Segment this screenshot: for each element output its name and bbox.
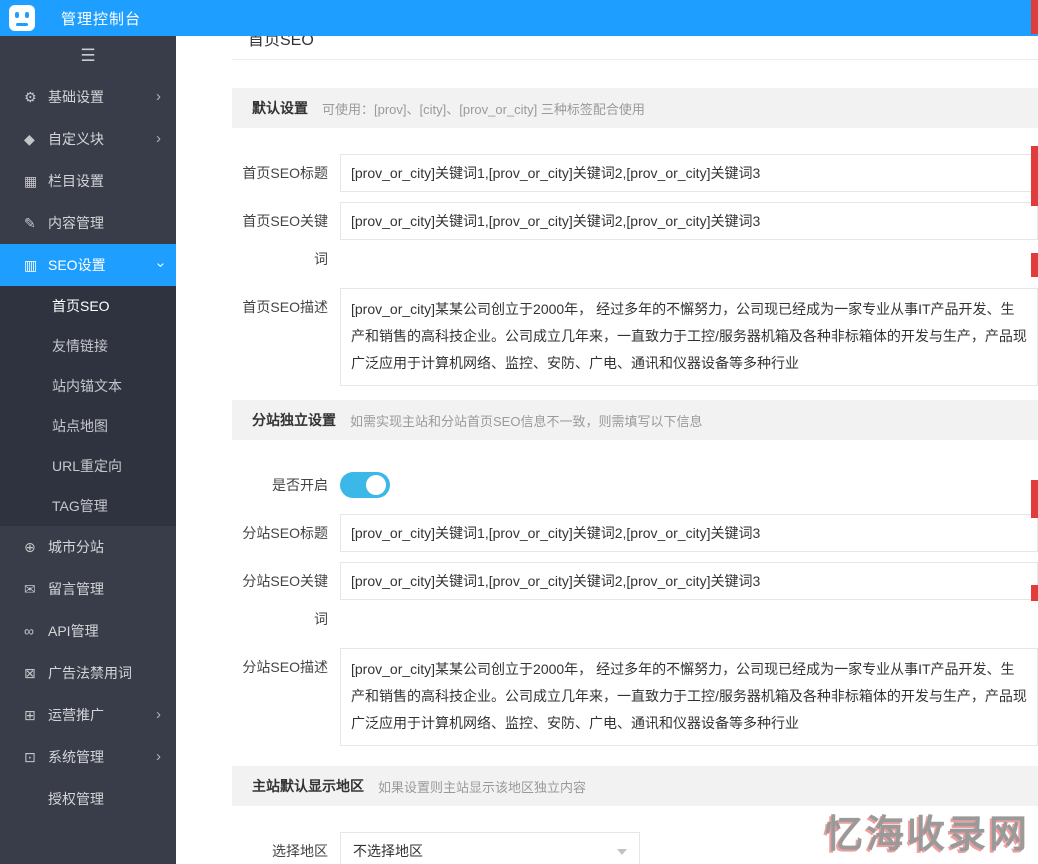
field-label: 是否开启 bbox=[232, 466, 340, 504]
region-select[interactable]: 不选择地区 bbox=[340, 832, 640, 864]
monitor-icon: ⊡ bbox=[24, 736, 48, 778]
globe-icon: ⊕ bbox=[24, 526, 48, 568]
sidebar-item-custom-blocks[interactable]: ◆自定义块 › bbox=[0, 118, 176, 160]
home-seo-keywords-input[interactable] bbox=[340, 202, 1038, 240]
sidebar-item-seo-settings[interactable]: ▥SEO设置 › bbox=[0, 244, 176, 286]
section-hint: 如需实现主站和分站首页SEO信息不一致，则需填写以下信息 bbox=[350, 411, 702, 430]
edge-watermark-artifact bbox=[1031, 585, 1038, 601]
menu-label: 栏目设置 bbox=[48, 173, 104, 189]
chevron-right-icon: › bbox=[156, 694, 161, 736]
submenu-item-anchor-text[interactable]: 站内锚文本 bbox=[0, 366, 176, 406]
home-seo-title-input[interactable] bbox=[340, 154, 1038, 192]
main-content: 首页SEO 默认设置 可使用：[prov]、[city]、[prov_or_ci… bbox=[176, 36, 1038, 864]
sidebar: ☰ ⚙基础设置 › ◆自定义块 › ▦栏目设置 ✎内容管理 ▥SEO设置 › 首… bbox=[0, 36, 176, 864]
table-icon: ⊞ bbox=[24, 694, 48, 736]
sidebar-item-content-management[interactable]: ✎内容管理 bbox=[0, 202, 176, 244]
sidebar-item-api-management[interactable]: ∞API管理 bbox=[0, 610, 176, 652]
logo-detail bbox=[15, 12, 19, 18]
topbar: 管理控制台 bbox=[0, 0, 1038, 36]
seo-submenu: 首页SEO 友情链接 站内锚文本 站点地图 URL重定向 TAG管理 bbox=[0, 286, 176, 526]
field-row-home-seo-title: 首页SEO标题 bbox=[232, 154, 1038, 192]
subsite-seo-description-textarea[interactable]: [prov_or_city]某某公司创立于2000年， 经过多年的不懈努力，公司… bbox=[340, 648, 1038, 746]
sidebar-item-message-management[interactable]: ✉留言管理 bbox=[0, 568, 176, 610]
sidebar-item-banned-words[interactable]: ⊠广告法禁用词 bbox=[0, 652, 176, 694]
columns-icon: ▦ bbox=[24, 160, 48, 202]
x-square-icon: ⊠ bbox=[24, 652, 48, 694]
field-row-subsite-seo-title: 分站SEO标题 bbox=[232, 514, 1038, 552]
field-label: 分站SEO关键词 bbox=[232, 562, 340, 638]
field-label: 分站SEO描述 bbox=[232, 648, 340, 746]
field-label: 首页SEO描述 bbox=[232, 288, 340, 386]
menu-label: API管理 bbox=[48, 623, 99, 639]
gear-icon: ⚙ bbox=[24, 76, 48, 118]
menu-label: 运营推广 bbox=[48, 707, 104, 723]
field-row-subsite-seo-description: 分站SEO描述 [prov_or_city]某某公司创立于2000年， 经过多年… bbox=[232, 648, 1038, 746]
submenu-item-sitemap[interactable]: 站点地图 bbox=[0, 406, 176, 446]
menu-label: 内容管理 bbox=[48, 215, 104, 231]
edit-icon: ✎ bbox=[24, 202, 48, 244]
chevron-right-icon: › bbox=[156, 118, 161, 160]
home-seo-description-textarea[interactable]: [prov_or_city]某某公司创立于2000年， 经过多年的不懈努力，公司… bbox=[340, 288, 1038, 386]
edge-watermark-artifact bbox=[1031, 0, 1038, 34]
field-row-home-seo-keywords: 首页SEO关键词 bbox=[232, 202, 1038, 278]
submenu-item-url-redirect[interactable]: URL重定向 bbox=[0, 446, 176, 486]
section-hint: 如果设置则主站显示该地区独立内容 bbox=[378, 777, 586, 796]
field-row-subsite-seo-keywords: 分站SEO关键词 bbox=[232, 562, 1038, 638]
app-title: 管理控制台 bbox=[61, 8, 141, 29]
link-icon: ∞ bbox=[24, 610, 48, 652]
submenu-item-friend-links[interactable]: 友情链接 bbox=[0, 326, 176, 366]
edge-watermark-artifact bbox=[1031, 146, 1038, 206]
field-label: 分站SEO标题 bbox=[232, 514, 340, 552]
chevron-right-icon: › bbox=[156, 736, 161, 778]
sidebar-item-column-settings[interactable]: ▦栏目设置 bbox=[0, 160, 176, 202]
chart-icon: ▥ bbox=[24, 244, 48, 286]
section-title: 默认设置 bbox=[252, 98, 308, 118]
menu-label: 城市分站 bbox=[48, 539, 104, 555]
sidebar-item-city-subsites[interactable]: ⊕城市分站 bbox=[0, 526, 176, 568]
field-row-home-seo-description: 首页SEO描述 [prov_or_city]某某公司创立于2000年， 经过多年… bbox=[232, 288, 1038, 386]
region-select-value: 不选择地区 bbox=[353, 841, 423, 861]
edge-watermark-artifact bbox=[1031, 480, 1038, 518]
comment-icon: ✉ bbox=[24, 568, 48, 610]
menu-label: 广告法禁用词 bbox=[48, 665, 132, 681]
subsite-seo-title-input[interactable] bbox=[340, 514, 1038, 552]
site-watermark: 忆海收录网 bbox=[825, 803, 1030, 858]
chevron-right-icon: › bbox=[156, 76, 161, 118]
logo-detail bbox=[16, 23, 28, 26]
chevron-down-icon: › bbox=[140, 263, 177, 268]
logo-detail bbox=[25, 12, 29, 18]
chevron-down-icon bbox=[617, 849, 627, 855]
menu-label: 留言管理 bbox=[48, 581, 104, 597]
section-title: 主站默认显示地区 bbox=[252, 776, 364, 796]
submenu-item-home-seo[interactable]: 首页SEO bbox=[0, 286, 176, 326]
field-label: 选择地区 bbox=[232, 832, 340, 864]
subsite-seo-keywords-input[interactable] bbox=[340, 562, 1038, 600]
field-label: 首页SEO标题 bbox=[232, 154, 340, 192]
sidebar-item-system-management[interactable]: ⊡系统管理 › bbox=[0, 736, 176, 778]
sidebar-item-operations-promotion[interactable]: ⊞运营推广 › bbox=[0, 694, 176, 736]
section-hint: 可使用：[prov]、[city]、[prov_or_city] 三种标签配合使… bbox=[322, 99, 645, 118]
section-title: 分站独立设置 bbox=[252, 410, 336, 430]
field-row-subsite-enable: 是否开启 bbox=[232, 466, 1038, 504]
tag-icon: ◆ bbox=[24, 118, 48, 160]
sidebar-collapse-button[interactable]: ☰ bbox=[0, 36, 176, 76]
page-title: 首页SEO bbox=[232, 36, 1038, 60]
edge-watermark-artifact bbox=[1031, 253, 1038, 277]
section-header-region-settings: 主站默认显示地区 如果设置则主站显示该地区独立内容 bbox=[232, 766, 1038, 806]
submenu-item-tag-management[interactable]: TAG管理 bbox=[0, 486, 176, 526]
field-label: 首页SEO关键词 bbox=[232, 202, 340, 278]
sidebar-item-authorization-management[interactable]: 授权管理 bbox=[0, 778, 176, 820]
hamburger-icon: ☰ bbox=[80, 46, 95, 66]
sidebar-item-basic-settings[interactable]: ⚙基础设置 › bbox=[0, 76, 176, 118]
toggle-knob bbox=[366, 475, 386, 495]
menu-label: SEO设置 bbox=[48, 257, 106, 273]
section-header-default-settings: 默认设置 可使用：[prov]、[city]、[prov_or_city] 三种… bbox=[232, 88, 1038, 128]
section-header-subsite-settings: 分站独立设置 如需实现主站和分站首页SEO信息不一致，则需填写以下信息 bbox=[232, 400, 1038, 440]
subsite-enable-toggle[interactable] bbox=[340, 472, 390, 498]
menu-label: 基础设置 bbox=[48, 89, 104, 105]
menu-label: 系统管理 bbox=[48, 749, 104, 765]
menu-label: 自定义块 bbox=[48, 131, 104, 147]
menu-label: 授权管理 bbox=[48, 791, 104, 807]
app-logo-icon[interactable] bbox=[9, 5, 35, 31]
